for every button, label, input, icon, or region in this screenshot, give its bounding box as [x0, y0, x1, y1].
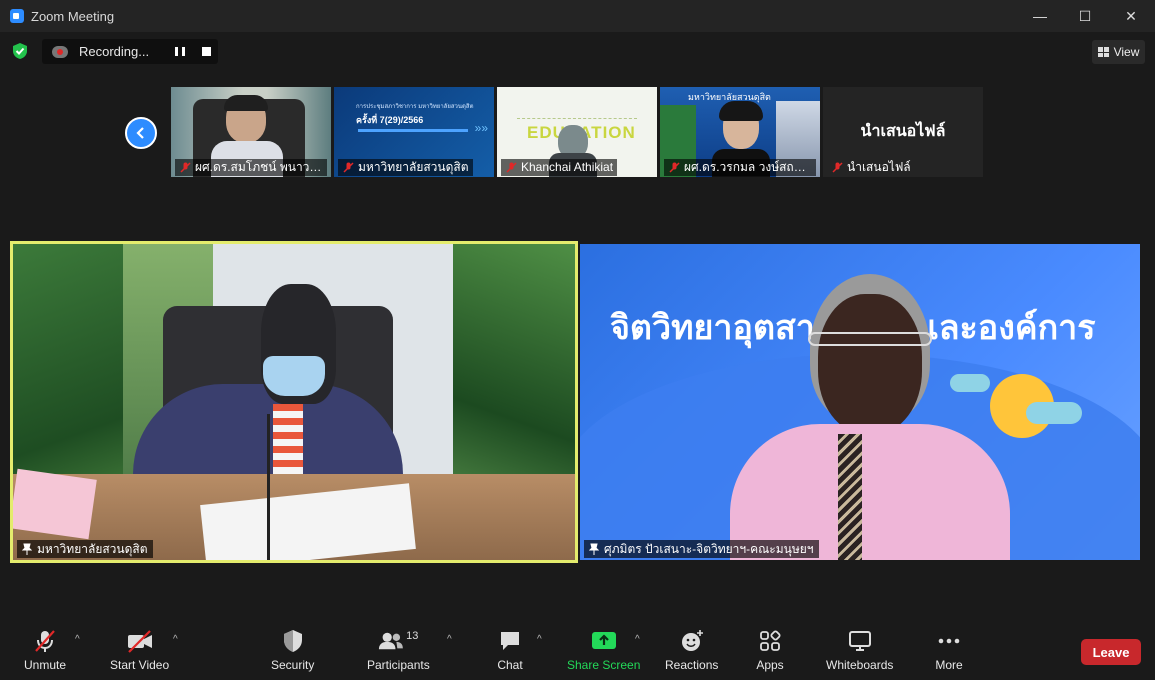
- participant-video-tile[interactable]: จิตวิทยาอุตสาหกรรมและองค์การ ศุภมิตร ปัว…: [580, 244, 1140, 560]
- muted-mic-icon: [343, 162, 354, 173]
- unmute-label: Unmute: [24, 658, 67, 672]
- video-off-icon: [127, 630, 152, 653]
- participant-thumbnail[interactable]: นำเสนอไฟล์ นำเสนอไฟล์: [823, 87, 983, 177]
- thumbnail-name: นำเสนอไฟล์: [847, 160, 911, 174]
- muted-mic-icon: [180, 162, 191, 173]
- chat-label: Chat: [497, 658, 523, 672]
- window-title: Zoom Meeting: [31, 8, 115, 24]
- participant-thumbnail[interactable]: EDUCATION Khanchai Athikiat: [497, 87, 657, 177]
- previous-page-button[interactable]: [125, 117, 157, 149]
- chevron-left-icon: [136, 127, 144, 139]
- unmute-button[interactable]: Unmute: [24, 628, 66, 672]
- chat-options-caret-icon[interactable]: ^: [537, 634, 542, 645]
- thumbnail-name: Khanchai Athikiat: [521, 160, 614, 174]
- minimize-button[interactable]: —: [1017, 0, 1063, 32]
- close-button[interactable]: ✕: [1108, 0, 1154, 32]
- participant-thumbnail[interactable]: การประชุมสภาวิชาการ มหาวิทยาลัยสวนดุสิต …: [334, 87, 494, 177]
- more-button[interactable]: More: [935, 628, 963, 672]
- thumbnail-name: ผศ.ดร.วรกมล วงษ์สถาปน...: [684, 160, 816, 174]
- view-label: View: [1113, 45, 1140, 59]
- reactions-label: Reactions: [665, 658, 719, 672]
- share-screen-icon: [591, 632, 616, 649]
- recording-indicator: Recording...: [42, 39, 218, 64]
- more-dots-icon: [938, 638, 960, 644]
- participant-video-tile[interactable]: มหาวิทยาลัยสวนดุสิต: [10, 241, 578, 563]
- thumbnail-name: ผศ.ดร.สมโภชน์ พนาวาส: [195, 160, 324, 174]
- grid-view-icon: [1097, 47, 1109, 57]
- apps-label: Apps: [756, 658, 784, 672]
- muted-microphone-icon: [35, 630, 55, 652]
- recording-cloud-icon: [52, 45, 68, 58]
- apps-button[interactable]: Apps: [756, 628, 784, 672]
- start-video-button[interactable]: Start Video: [110, 628, 169, 672]
- chat-button[interactable]: Chat: [496, 628, 524, 672]
- view-button[interactable]: View: [1092, 40, 1145, 64]
- more-label: More: [935, 658, 963, 672]
- muted-mic-icon: [506, 162, 517, 173]
- participants-options-caret-icon[interactable]: ^: [447, 634, 452, 645]
- reactions-smiley-icon: [681, 630, 703, 651]
- participants-label: Participants: [367, 658, 430, 672]
- maximize-button[interactable]: ☐: [1062, 0, 1108, 32]
- security-shield-icon: [283, 630, 302, 652]
- audio-options-caret-icon[interactable]: ^: [75, 634, 80, 645]
- participant-thumbnail[interactable]: ผศ.ดร.สมโภชน์ พนาวาส: [171, 87, 331, 177]
- reactions-button[interactable]: Reactions: [665, 628, 718, 672]
- participants-count: 13: [406, 630, 419, 642]
- zoom-logo-icon: [10, 9, 24, 23]
- participants-button[interactable]: 13 Participants: [367, 628, 430, 672]
- pin-icon: [589, 543, 599, 555]
- muted-mic-icon: [832, 162, 843, 173]
- thumbnail-name: มหาวิทยาลัยสวนดุสิต: [358, 160, 469, 174]
- window-titlebar: Zoom Meeting — ☐ ✕: [0, 0, 1155, 32]
- whiteboard-icon: [848, 631, 871, 651]
- start-video-label: Start Video: [110, 658, 170, 672]
- pause-recording-icon[interactable]: [175, 47, 185, 56]
- tile-name: มหาวิทยาลัยสวนดุสิต: [37, 542, 148, 556]
- meeting-topbar: Recording... View: [0, 32, 1155, 70]
- chat-bubble-icon: [501, 632, 519, 650]
- whiteboards-label: Whiteboards: [826, 658, 894, 672]
- participant-display-name: นำเสนอไฟล์: [860, 123, 946, 140]
- leave-button[interactable]: Leave: [1081, 639, 1141, 665]
- slide-title: การประชุมสภาวิชาการ มหาวิทยาลัยสวนดุสิต: [356, 104, 474, 110]
- meeting-toolbar: Unmute ^ Start Video ^ Security 13 Parti…: [0, 620, 1155, 680]
- share-screen-label: Share Screen: [567, 658, 641, 672]
- participant-thumbnail[interactable]: มหาวิทยาลัยสวนดุสิต ผศ.ดร.วรกมล วงษ์สถาป…: [660, 87, 820, 177]
- apps-icon: [760, 630, 781, 651]
- security-label: Security: [271, 658, 315, 672]
- participants-icon: [379, 632, 404, 650]
- recording-label: Recording...: [79, 44, 150, 59]
- share-screen-button[interactable]: Share Screen: [567, 628, 640, 672]
- whiteboards-button[interactable]: Whiteboards: [826, 628, 893, 672]
- encryption-shield-icon[interactable]: [12, 42, 28, 60]
- slide-subtitle: ครั้งที่ 7(29)/2566: [356, 115, 424, 125]
- pin-icon: [22, 543, 32, 555]
- video-options-caret-icon[interactable]: ^: [173, 634, 178, 645]
- security-button[interactable]: Security: [271, 628, 314, 672]
- tile-name: ศุภมิตร ปัวเสนาะ-จิตวิทยาฯ-คณะมนุษยฯ: [604, 542, 814, 556]
- share-options-caret-icon[interactable]: ^: [635, 634, 640, 645]
- muted-mic-icon: [669, 162, 680, 173]
- stop-recording-icon[interactable]: [202, 47, 211, 56]
